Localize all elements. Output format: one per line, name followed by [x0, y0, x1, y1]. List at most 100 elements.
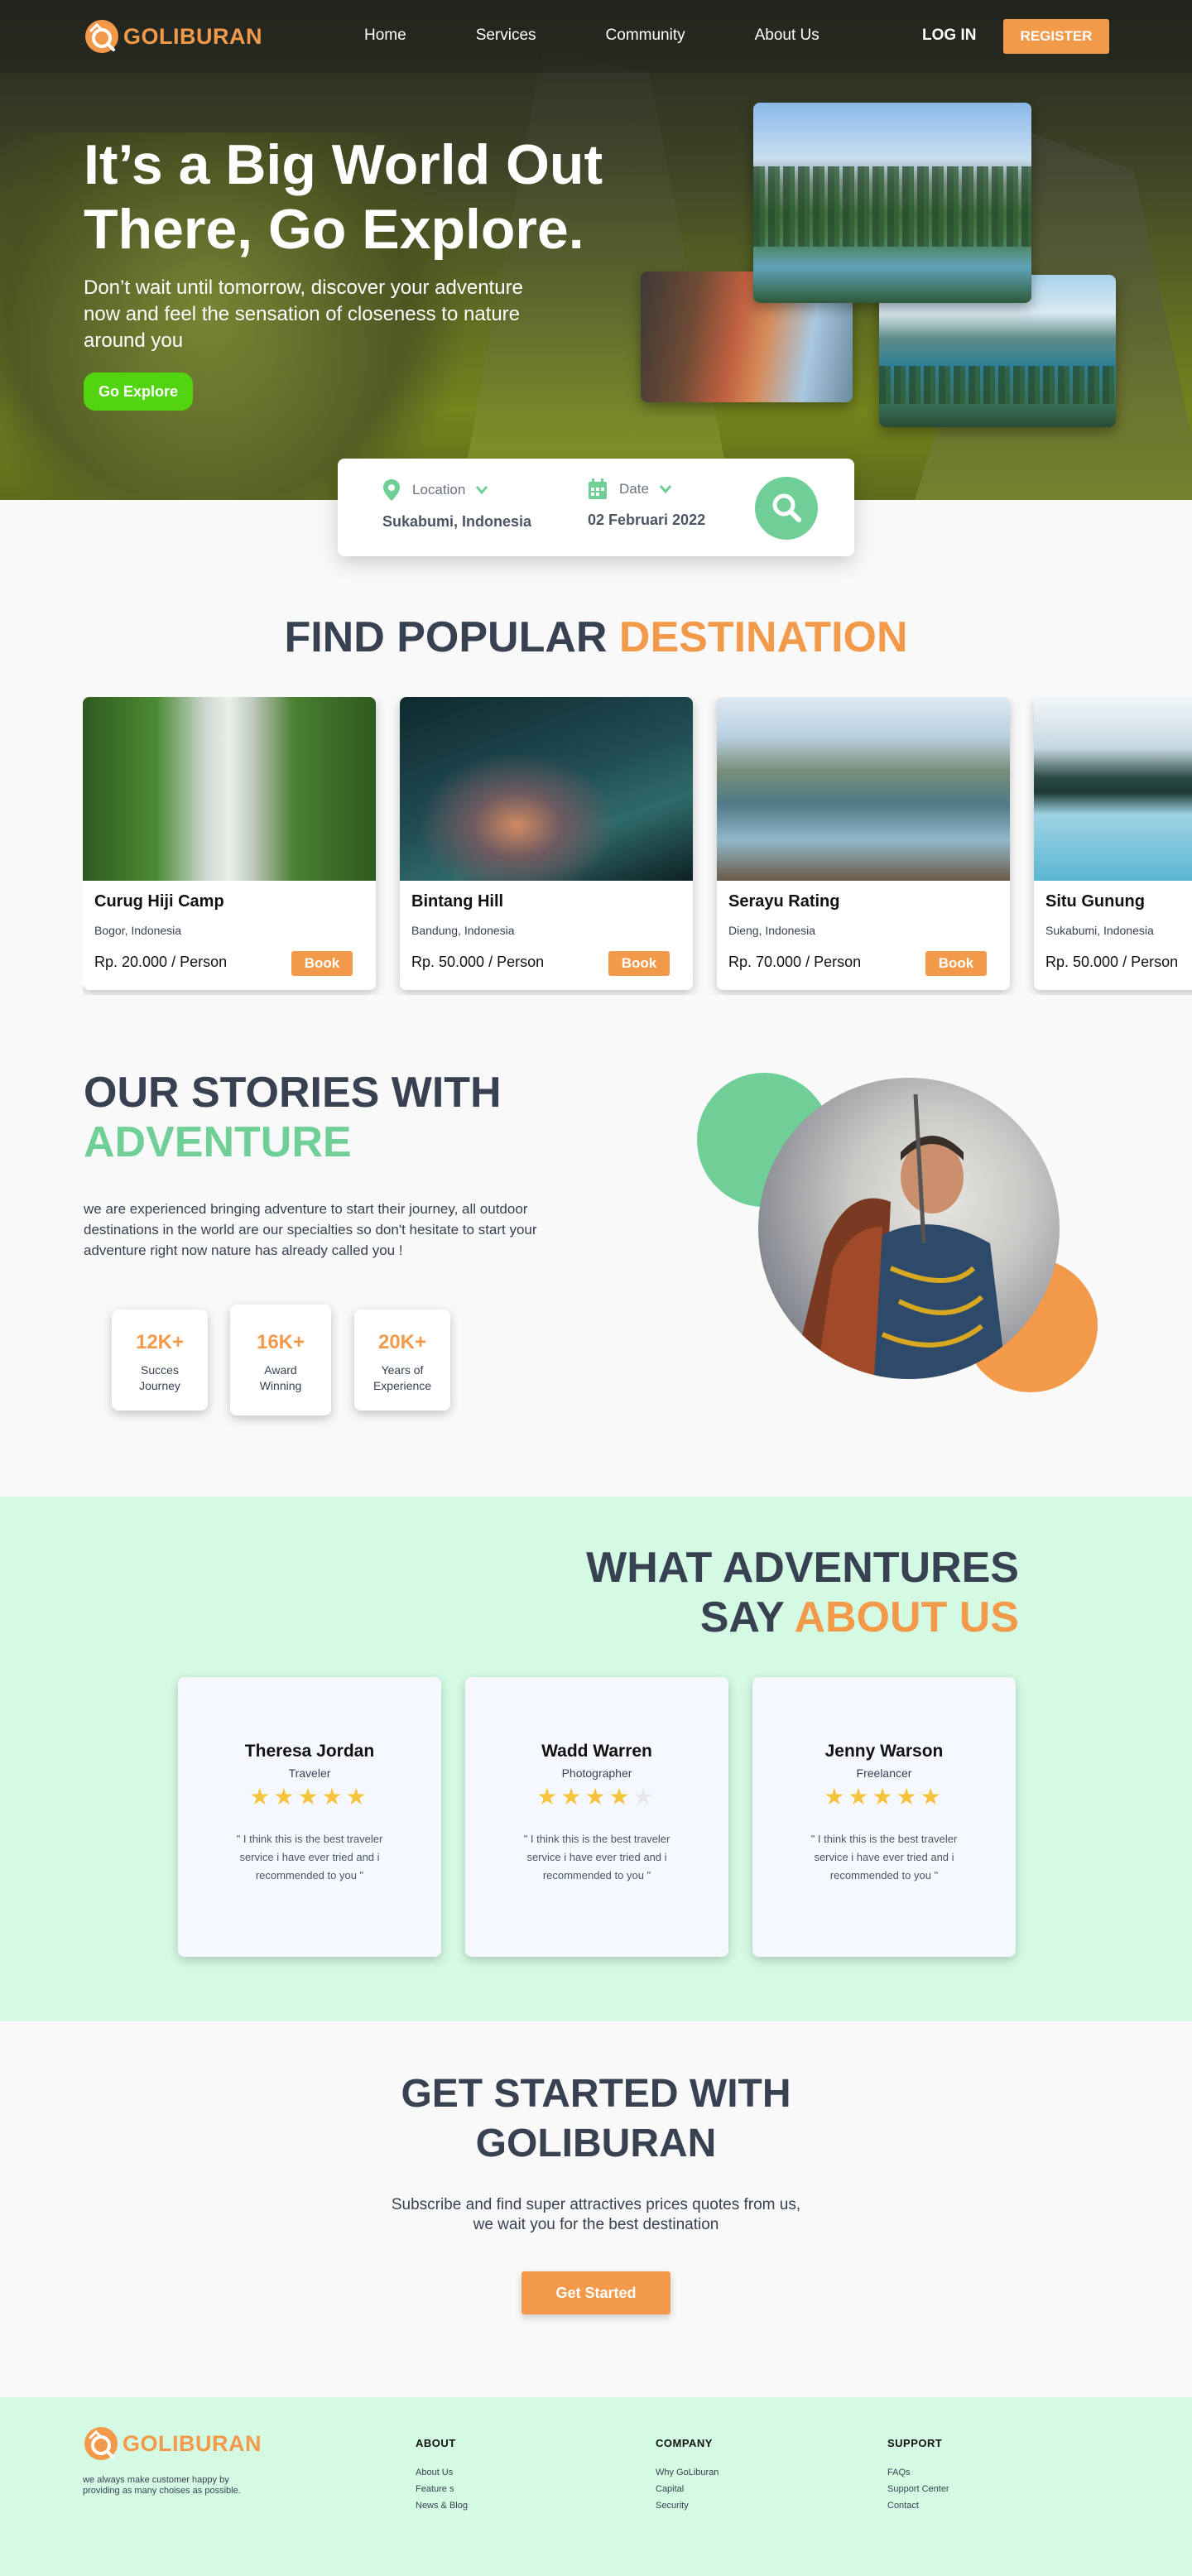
hiker-photo	[758, 1078, 1060, 1379]
brand-logo[interactable]: GOLIBURAN	[84, 18, 262, 55]
destination-image	[83, 697, 376, 881]
navbar: GOLIBURAN Home Services Community About …	[0, 0, 1192, 73]
footer-heading: SUPPORT	[887, 2437, 943, 2449]
rating-stars: ★★★★★	[752, 1783, 1016, 1810]
destination-card[interactable]: Bintang Hill Bandung, Indonesia Rp. 50.0…	[400, 697, 693, 990]
footer-tagline: we always make customer happy by providi…	[83, 2475, 241, 2496]
hero-photo-mountains	[753, 103, 1031, 303]
footer: GOLIBURAN we always make customer happy …	[0, 2397, 1192, 2576]
footer-link[interactable]: Security	[656, 2501, 719, 2511]
title-part: WHAT ADVENTURES	[586, 1544, 1019, 1592]
star-empty-icon: ★	[632, 1783, 657, 1810]
destination-location: Bogor, Indonesia	[94, 924, 182, 937]
footer-column-about: ABOUT About Us Feature s News & Blog	[416, 2437, 468, 2511]
destination-location: Dieng, Indonesia	[728, 924, 816, 937]
testimonial-card: Wadd Warren Photographer ★★★★★ " I think…	[465, 1677, 728, 1957]
destination-location: Sukabumi, Indonesia	[1045, 924, 1154, 937]
footer-link[interactable]: Contact	[887, 2501, 949, 2511]
footer-column-support: SUPPORT FAQs Support Center Contact	[887, 2437, 949, 2511]
location-value: Sukabumi, Indonesia	[382, 513, 532, 530]
destination-card[interactable]: Situ Gunung Sukabumi, Indonesia Rp. 50.0…	[1034, 697, 1192, 990]
star-icon: ★	[536, 1783, 561, 1810]
title-part: SAY	[699, 1593, 784, 1641]
star-icon: ★	[345, 1783, 370, 1810]
destination-price: Rp. 20.000 / Person	[94, 954, 228, 970]
book-button[interactable]: Book	[925, 951, 987, 976]
search-button[interactable]	[755, 477, 818, 540]
stat-value: 20K+	[377, 1331, 427, 1353]
nav-link-home[interactable]: Home	[364, 26, 406, 45]
rating-stars: ★★★★★	[465, 1783, 728, 1810]
register-button[interactable]: REGISTER	[1003, 19, 1109, 54]
go-explore-button[interactable]: Go Explore	[84, 372, 193, 411]
stat-value: 12K+	[135, 1331, 185, 1353]
star-icon: ★	[321, 1783, 346, 1810]
main-nav: Home Services Community About Us	[364, 26, 889, 45]
destination-image	[717, 697, 1010, 881]
reviewer-role: Freelancer	[856, 1766, 912, 1780]
footer-logo[interactable]: GOLIBURAN	[83, 2425, 262, 2462]
destination-price: Rp. 70.000 / Person	[728, 954, 862, 970]
star-icon: ★	[249, 1783, 274, 1810]
title-highlight: ABOUT US	[794, 1593, 1019, 1641]
brand-name: GOLIBURAN	[123, 2430, 262, 2456]
footer-link[interactable]: About Us	[416, 2468, 468, 2477]
destination-section-title: FIND POPULAR DESTINATION	[0, 613, 1192, 662]
book-button[interactable]: Book	[608, 951, 670, 976]
stat-card: 20K+ Years of Experience	[354, 1310, 450, 1411]
footer-link[interactable]: News & Blog	[416, 2501, 468, 2511]
stat-value: 16K+	[256, 1331, 305, 1353]
reviewer-role: Traveler	[288, 1766, 331, 1780]
destination-card[interactable]: Serayu Rating Dieng, Indonesia Rp. 70.00…	[717, 697, 1010, 990]
testimonial-card: Theresa Jordan Traveler ★★★★★ " I think …	[178, 1677, 441, 1957]
star-icon: ★	[297, 1783, 322, 1810]
destination-price: Rp. 50.000 / Person	[1045, 954, 1179, 970]
footer-link[interactable]: Support Center	[887, 2484, 949, 2494]
footer-column-company: COMPANY Why GoLiburan Capital Security	[656, 2437, 719, 2511]
hero-title: It’s a Big World Out There, Go Explore.	[84, 133, 603, 261]
destination-location: Bandung, Indonesia	[411, 924, 515, 937]
stat-card: 12K+ Succes Journey	[112, 1310, 208, 1411]
nav-link-about-us[interactable]: About Us	[755, 26, 820, 45]
destination-name: Serayu Rating	[728, 892, 840, 911]
location-label: Location	[412, 482, 466, 497]
location-field[interactable]: Location Sukabumi, Indonesia	[382, 478, 531, 531]
destination-image	[1034, 697, 1192, 881]
destination-image	[400, 697, 693, 881]
date-label: Date	[619, 481, 649, 497]
nav-link-community[interactable]: Community	[606, 26, 685, 45]
footer-link[interactable]: Feature s	[416, 2484, 468, 2494]
testimonial-quote: " I think this is the best traveler serv…	[523, 1833, 670, 1882]
star-icon: ★	[848, 1783, 872, 1810]
book-button[interactable]: Book	[291, 951, 353, 976]
star-icon: ★	[608, 1783, 633, 1810]
destination-card[interactable]: Curug Hiji Camp Bogor, Indonesia Rp. 20.…	[83, 697, 376, 990]
date-field[interactable]: Date 02 Februari 2022	[588, 478, 705, 529]
hero-section: GOLIBURAN Home Services Community About …	[0, 0, 1192, 556]
footer-link[interactable]: FAQs	[887, 2468, 949, 2477]
reviewer-name: Jenny Warson	[824, 1742, 944, 1761]
stat-card: 16K+ Award Winning	[230, 1305, 331, 1415]
chevron-down-icon	[659, 485, 672, 494]
search-card: Location Sukabumi, Indonesia Date 02 Feb…	[338, 459, 854, 556]
logo-icon	[84, 2427, 118, 2460]
nav-link-services[interactable]: Services	[476, 26, 536, 45]
reviewer-name: Theresa Jordan	[244, 1742, 375, 1761]
star-icon: ★	[872, 1783, 896, 1810]
get-started-button[interactable]: Get Started	[522, 2271, 670, 2314]
destination-name: Situ Gunung	[1045, 892, 1145, 911]
testimonial-quote: " I think this is the best traveler serv…	[236, 1833, 383, 1882]
get-started-title: GET STARTED WITH GOLIBURAN	[401, 2072, 791, 2165]
footer-heading: ABOUT	[416, 2437, 456, 2449]
star-icon: ★	[584, 1783, 609, 1810]
star-icon: ★	[560, 1783, 585, 1810]
footer-heading: COMPANY	[656, 2437, 713, 2449]
star-icon: ★	[273, 1783, 298, 1810]
star-icon: ★	[896, 1783, 920, 1810]
stat-label: Years of Experience	[372, 1363, 432, 1392]
footer-link[interactable]: Capital	[656, 2484, 719, 2494]
reviewer-name: Wadd Warren	[541, 1742, 652, 1761]
footer-link[interactable]: Why GoLiburan	[656, 2468, 719, 2477]
login-link[interactable]: LOG IN	[922, 26, 976, 45]
star-icon: ★	[824, 1783, 848, 1810]
